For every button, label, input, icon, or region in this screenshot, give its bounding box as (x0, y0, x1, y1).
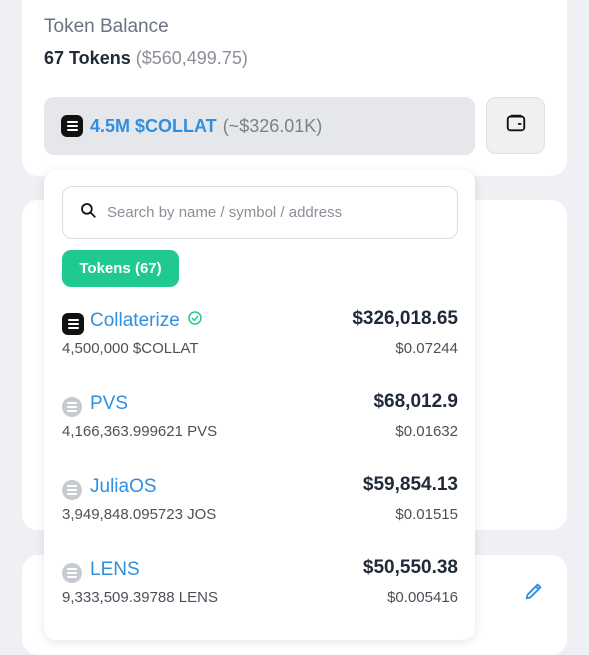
token-amount: 4,166,363.999621 PVS (62, 423, 218, 440)
wallet-icon (505, 112, 527, 139)
token-name: JuliaOS (90, 476, 157, 497)
token-value: $50,550.38 (362, 557, 458, 578)
selected-token-usd: (~$326.01K) (222, 115, 323, 136)
token-balance-usd: ($560,499.75) (135, 48, 248, 68)
token-price: $0.01632 (395, 423, 458, 440)
token-row[interactable]: PVS 4,166,363.999621 PVS $68,012.9 $0.01… (62, 391, 458, 453)
collateral-logo-icon (61, 115, 83, 137)
token-price: $0.07244 (395, 340, 458, 357)
generic-token-icon (62, 397, 82, 417)
search-icon (79, 201, 97, 224)
pencil-icon (523, 580, 545, 607)
token-row[interactable]: Collaterize 4,500,000 $COLLAT $326,018.6… (62, 308, 458, 370)
token-name: PVS (90, 393, 129, 414)
edit-button[interactable] (521, 580, 547, 606)
token-amount: 4,500,000 $COLLAT (62, 340, 199, 357)
search-box (62, 186, 458, 239)
token-name-wrap: LENS (90, 559, 140, 581)
token-value: $68,012.9 (373, 391, 458, 412)
token-row[interactable]: JuliaOS 3,949,848.095723 JOS $59,854.13 … (62, 474, 458, 536)
token-name: Collaterize (90, 310, 180, 331)
search-input[interactable] (107, 204, 437, 221)
token-price: $0.01515 (395, 506, 458, 523)
token-balance-value: 67 Tokens ($560,499.75) (44, 48, 248, 69)
tab-tokens[interactable]: Tokens (67) (62, 250, 179, 287)
token-selector[interactable]: 4.5M $COLLAT (~$326.01K) (44, 97, 475, 155)
token-value: $59,854.13 (362, 474, 458, 495)
token-value: $326,018.65 (352, 308, 458, 329)
token-name-wrap: Collaterize (90, 310, 203, 332)
selected-token-amount: 4.5M $COLLAT (90, 115, 217, 136)
token-price: $0.005416 (387, 589, 458, 606)
verified-check-icon (187, 310, 203, 332)
collateral-logo-icon (62, 313, 84, 335)
generic-token-icon (62, 480, 82, 500)
token-count: 67 Tokens (44, 48, 131, 68)
wallet-button[interactable] (486, 97, 545, 154)
token-name-wrap: PVS (90, 393, 128, 415)
token-name-wrap: JuliaOS (90, 476, 157, 498)
token-name: LENS (90, 559, 140, 580)
token-row[interactable]: LENS 9,333,509.39788 LENS $50,550.38 $0.… (62, 557, 458, 619)
token-dropdown: Tokens (67) Collaterize 4,500,000 $COLLA… (44, 170, 475, 640)
token-amount: 9,333,509.39788 LENS (62, 589, 218, 606)
generic-token-icon (62, 563, 82, 583)
token-balance-label: Token Balance (44, 16, 169, 37)
token-amount: 3,949,848.095723 JOS (62, 506, 217, 523)
